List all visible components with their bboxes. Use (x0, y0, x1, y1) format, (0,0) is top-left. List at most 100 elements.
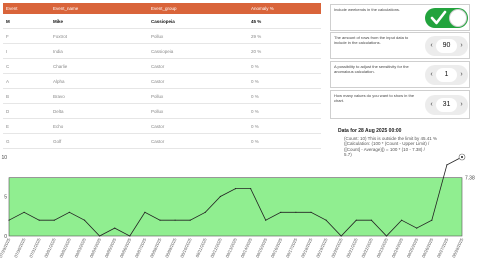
chevron-right-icon[interactable]: › (457, 40, 466, 52)
row-anomaly: 20 % (248, 43, 321, 59)
x-tick-label: 07/29/2025 (0, 237, 12, 259)
data-point (234, 188, 237, 190)
x-tick-label: 08/23/2025 (376, 237, 390, 259)
data-point (99, 235, 101, 237)
x-tick-label: 08/05/2025 (104, 237, 118, 259)
x-tick-label: 08/12/2025 (209, 237, 223, 259)
header-event-group[interactable]: Event_group (148, 3, 248, 14)
x-tick-label: 08/02/2025 (58, 237, 72, 259)
data-point (250, 188, 252, 190)
chevron-right-icon[interactable]: › (457, 69, 466, 81)
header-event[interactable]: Event (3, 3, 50, 14)
weekends-panel: Include weekends in the calculations. (330, 4, 470, 31)
x-tick-label: 08/17/2025 (285, 237, 299, 259)
data-point (174, 219, 176, 221)
row-anomaly: 45 % (248, 14, 321, 29)
data-point (295, 211, 297, 213)
data-point (219, 195, 221, 198)
row-event-group: Castor (148, 58, 248, 74)
days-panel: How many values do you want to show in t… (330, 90, 470, 119)
days-stepper[interactable]: ‹ 31 › (425, 95, 468, 115)
chevron-left-icon[interactable]: ‹ (427, 69, 436, 81)
data-point (53, 219, 55, 221)
row-event-group: Cassiopeia (148, 14, 248, 29)
data-point (385, 235, 388, 237)
data-point (159, 219, 161, 221)
rows-label: The amount of rows from the input data t… (334, 35, 409, 45)
days-label: How many values do you want to show in t… (334, 93, 415, 103)
x-tick-label: 07/31/2025 (28, 237, 42, 259)
data-point (370, 219, 372, 221)
data-point (280, 211, 282, 213)
data-point (68, 211, 70, 213)
data-point (144, 211, 146, 213)
x-tick-label: 08/07/2025 (134, 237, 148, 259)
sensitivity-panel: A possibility to adjust the sensitivity … (330, 61, 470, 88)
x-tick-label: 08/09/2025 (164, 237, 178, 259)
row-event: B (3, 88, 50, 104)
x-tick-label: 08/18/2025 (300, 237, 314, 259)
row-event-name: Echo (50, 118, 148, 134)
table-row[interactable]: E Echo Castor 0 % (3, 118, 321, 134)
row-anomaly: 0 % (248, 73, 321, 89)
x-tick-label: 08/10/2025 (179, 237, 193, 259)
header-event-name[interactable]: Event_name (50, 3, 148, 14)
table-row[interactable]: B Bravo Pollux 0 % (3, 88, 321, 104)
chevron-left-icon[interactable]: ‹ (427, 40, 436, 52)
x-tick-label: 08/11/2025 (194, 237, 208, 258)
data-point (340, 235, 342, 237)
table-row[interactable]: D Delta Pollux 0 % (3, 103, 321, 119)
header-anomaly[interactable]: Anomaly % (248, 3, 321, 14)
row-event-group: Castor (148, 133, 248, 149)
row-event-group: Pollux (148, 103, 248, 119)
row-event-group: Cassiopeia (148, 43, 248, 59)
row-event-name: Mike (50, 14, 148, 29)
chevron-right-icon[interactable]: › (457, 99, 466, 111)
anomaly-table: Event Event_name Event_group Anomaly % M… (3, 3, 321, 149)
weekends-label: Include weekends in the calculations. (334, 7, 401, 12)
data-point (446, 164, 448, 166)
days-value[interactable]: 31 (436, 98, 457, 112)
table-row[interactable]: A Alpha Castor 0 % (3, 73, 321, 89)
data-point (310, 211, 312, 213)
x-tick-label: 08/04/2025 (89, 237, 103, 259)
table-header: Event Event_name Event_group Anomaly % (3, 3, 321, 14)
x-tick-label: 08/28/2025 (451, 237, 465, 259)
sensitivity-value[interactable]: 1 (436, 68, 457, 82)
row-event-group: Castor (148, 118, 248, 134)
row-event-name: Delta (50, 103, 148, 119)
row-event: C (3, 58, 50, 74)
rows-stepper[interactable]: ‹ 90 › (425, 36, 468, 56)
data-point (83, 219, 86, 221)
x-tick-label: 08/22/2025 (360, 237, 374, 259)
sensitivity-label: A possibility to adjust the sensitivity … (334, 64, 409, 74)
data-point (325, 219, 327, 221)
table-row[interactable]: G Golf Castor 0 % (3, 133, 321, 149)
table-row[interactable]: C Charlie Castor 0 % (3, 58, 321, 74)
checkmark-icon (430, 10, 447, 25)
row-event-name: Charlie (50, 58, 148, 74)
data-point (38, 219, 40, 221)
row-anomaly: 0 % (248, 133, 321, 149)
weekends-toggle[interactable] (425, 8, 468, 28)
data-point (204, 211, 206, 213)
row-event: I (3, 43, 50, 59)
row-event: F (3, 28, 50, 44)
normal-range-band (8, 177, 463, 237)
x-tick-label: 08/24/2025 (391, 237, 405, 259)
y-tick-label: 5 (4, 195, 7, 201)
row-event-name: India (50, 43, 148, 59)
rows-panel: The amount of rows from the input data t… (330, 32, 470, 59)
row-event-name: Alpha (50, 73, 148, 89)
sensitivity-stepper[interactable]: ‹ 1 › (425, 65, 468, 85)
table-row[interactable]: M Mike Cassiopeia 45 % (3, 14, 321, 29)
table-row[interactable]: F Foxtrot Pollux 29 % (3, 28, 321, 44)
table-row[interactable]: I India Cassiopeia 20 % (3, 43, 321, 59)
rows-value[interactable]: 90 (436, 39, 457, 53)
row-event-name: Golf (50, 133, 148, 149)
chevron-left-icon[interactable]: ‹ (427, 99, 436, 111)
x-tick-label: 08/01/2025 (43, 237, 57, 259)
row-event: M (3, 14, 50, 29)
row-event-group: Pollux (148, 28, 248, 44)
row-anomaly: 0 % (248, 118, 321, 134)
